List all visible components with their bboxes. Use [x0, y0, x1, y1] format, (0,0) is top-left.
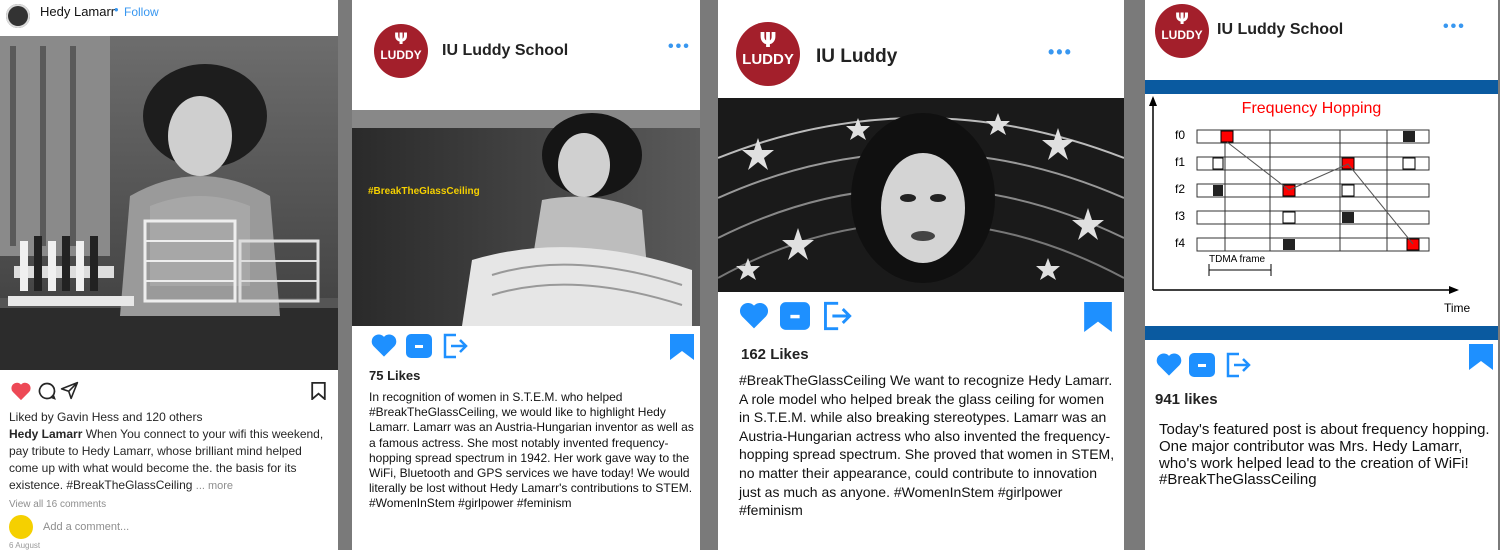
- row-label-f3: f3: [1175, 209, 1186, 223]
- post-card-luddy-1: Ψ LUDDY IU Luddy School ••• #BreakTheGla…: [352, 0, 700, 550]
- account-handle[interactable]: IU Luddy: [816, 46, 897, 68]
- comment-icon[interactable]: [406, 334, 432, 358]
- post-card-hedy-lamarr: Hedy Lamarr • Follow Liked by Gavin Hess…: [0, 0, 338, 550]
- post-card-luddy-2: Ψ LUDDY IU Luddy ••• 162 Likes #BreakThe…: [718, 0, 1124, 550]
- comment-icon[interactable]: [780, 302, 810, 330]
- post-date: 6 August: [9, 541, 41, 550]
- post-caption: Hedy Lamarr When You connect to your wif…: [9, 426, 329, 495]
- trident-icon: Ψ: [1175, 9, 1189, 28]
- luddy-logo[interactable]: Ψ LUDDY: [1155, 4, 1209, 58]
- frequency-hopping-diagram: Frequency Hopping f0 f1 f2 f3 f4 TDMA fr…: [1145, 80, 1498, 342]
- liked-by-text: Liked by Gavin Hess and 120 others: [9, 410, 203, 424]
- trident-icon: Ψ: [394, 29, 408, 48]
- more-options-icon[interactable]: •••: [1443, 18, 1466, 36]
- post-card-luddy-3: Ψ LUDDY IU Luddy School ••• Frequency Ho…: [1145, 0, 1498, 550]
- bookmark-icon[interactable]: [1084, 302, 1112, 332]
- caption-username[interactable]: Hedy Lamarr: [9, 427, 82, 441]
- avatar[interactable]: [6, 4, 30, 28]
- bookmark-icon[interactable]: [311, 382, 326, 400]
- trident-icon: Ψ: [759, 28, 777, 52]
- heart-icon[interactable]: [370, 332, 398, 358]
- username[interactable]: Hedy Lamarr: [40, 4, 115, 19]
- more-options-icon[interactable]: •••: [668, 38, 691, 56]
- post-caption: Today's featured post is about frequency…: [1159, 421, 1490, 489]
- hashtag-overlay: #BreakTheGlassCeiling: [368, 186, 480, 197]
- comment-icon[interactable]: [1189, 353, 1215, 377]
- post-photo: [718, 98, 1124, 292]
- likes-count[interactable]: 75 Likes: [369, 368, 420, 383]
- share-icon[interactable]: [1225, 352, 1251, 378]
- tdma-frame-label: TDMA frame: [1209, 254, 1266, 265]
- comment-icon[interactable]: [37, 381, 57, 401]
- share-icon[interactable]: [60, 381, 79, 400]
- more-link[interactable]: ... more: [196, 480, 233, 492]
- luddy-logo[interactable]: Ψ LUDDY: [736, 22, 800, 86]
- post-photo: [0, 36, 338, 370]
- likes-count[interactable]: 162 Likes: [741, 346, 809, 363]
- row-label-f2: f2: [1175, 182, 1186, 196]
- heart-icon[interactable]: [1155, 351, 1183, 377]
- post-caption: In recognition of women in S.T.E.M. who …: [369, 390, 694, 511]
- likes-count[interactable]: 941 likes: [1155, 391, 1218, 408]
- account-handle[interactable]: IU Luddy School: [1217, 21, 1343, 39]
- logo-text: LUDDY: [380, 48, 422, 62]
- row-label-f4: f4: [1175, 236, 1186, 250]
- heart-icon[interactable]: [10, 381, 32, 401]
- luddy-logo[interactable]: Ψ LUDDY: [374, 24, 428, 78]
- logo-text: LUDDY: [742, 51, 794, 68]
- share-icon[interactable]: [822, 301, 852, 331]
- follow-button[interactable]: Follow: [124, 5, 159, 19]
- view-comments-link[interactable]: View all 16 comments: [9, 499, 106, 510]
- post-photo: #BreakTheGlassCeiling: [352, 110, 700, 326]
- row-label-f1: f1: [1175, 155, 1186, 169]
- post-caption: #BreakTheGlassCeiling We want to recogni…: [739, 372, 1115, 519]
- heart-icon[interactable]: [738, 300, 770, 330]
- diagram-title: Frequency Hopping: [1241, 100, 1382, 117]
- share-icon[interactable]: [442, 333, 468, 359]
- commenter-avatar: [9, 515, 33, 539]
- time-axis-label: Time: [1444, 301, 1471, 315]
- more-options-icon[interactable]: •••: [1048, 42, 1073, 63]
- logo-text: LUDDY: [1161, 28, 1203, 42]
- account-handle[interactable]: IU Luddy School: [442, 42, 568, 60]
- bookmark-icon[interactable]: [1469, 344, 1493, 370]
- bookmark-icon[interactable]: [670, 334, 694, 360]
- add-comment-input[interactable]: Add a comment...: [43, 521, 129, 533]
- row-label-f0: f0: [1175, 128, 1186, 142]
- follow-separator: •: [114, 2, 119, 17]
